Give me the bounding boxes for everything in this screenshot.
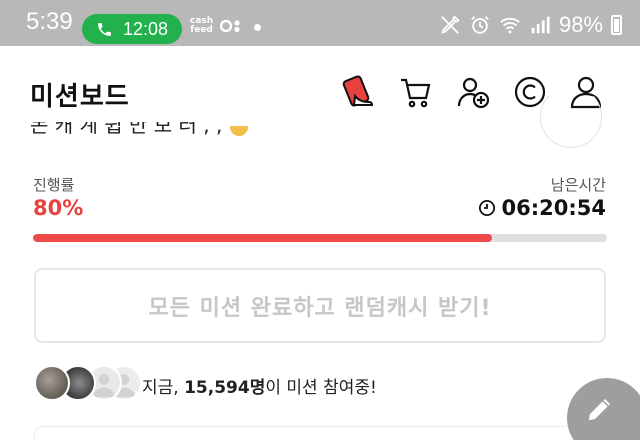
shoe-card-icon[interactable] xyxy=(342,74,378,110)
signal-icon xyxy=(531,16,550,34)
remaining-time: 06:20:54 xyxy=(478,196,606,220)
avatar xyxy=(34,365,70,401)
progress-value: 80% xyxy=(33,196,84,220)
progress-label: 진행률 xyxy=(33,176,75,194)
scrolled-off-circle-button[interactable] xyxy=(540,96,604,148)
remaining-time-value: 06:20:54 xyxy=(501,196,606,220)
cashfeed-line2: feed xyxy=(190,25,213,35)
pen-off-icon xyxy=(441,15,460,34)
call-duration: 12:08 xyxy=(123,18,169,39)
battery-percent: 98% xyxy=(558,12,603,37)
wifi-icon xyxy=(500,17,520,34)
add-user-icon[interactable] xyxy=(456,74,492,110)
ongoing-call-pill[interactable]: 12:08 xyxy=(82,14,182,44)
status-bar: 5:39 12:08 cash feed 98% xyxy=(0,0,640,46)
progress-bar-fill xyxy=(33,234,493,242)
coin-emoji-icon xyxy=(230,126,248,140)
alarm-icon xyxy=(471,16,489,34)
mission-card[interactable] xyxy=(34,426,606,440)
battery-icon xyxy=(611,15,622,35)
remaining-time-label: 남은시간 xyxy=(550,176,606,194)
participants-count: 15,594명 xyxy=(184,378,266,398)
participants-suffix: 이 미션 참여중! xyxy=(265,378,377,398)
phone-icon xyxy=(98,22,111,36)
scrolled-off-text-content: 돈 캐 계 쉽 만 보 러 , , xyxy=(30,122,223,137)
participants-prefix: 지금, xyxy=(142,378,185,398)
status-time: 5:39 xyxy=(26,8,73,35)
participant-avatars xyxy=(34,365,144,403)
page-title: 미션보드 xyxy=(30,82,130,112)
pencil-icon xyxy=(588,399,610,421)
cart-icon[interactable] xyxy=(398,74,434,110)
more-notifications-dot xyxy=(254,24,261,31)
clock-icon xyxy=(478,199,495,217)
participants-text: 지금, 15,594명이 미션 참여중! xyxy=(142,373,377,398)
cashfeed-logo: cash feed xyxy=(190,17,213,35)
progress-bar xyxy=(33,234,607,242)
write-fab-button[interactable] xyxy=(567,378,640,440)
claim-random-cash-button[interactable]: 모든 미션 완료하고 랜덤캐시 받기! xyxy=(34,268,606,343)
status-right: 98% xyxy=(439,12,622,38)
notification-rings-icon xyxy=(220,19,240,33)
